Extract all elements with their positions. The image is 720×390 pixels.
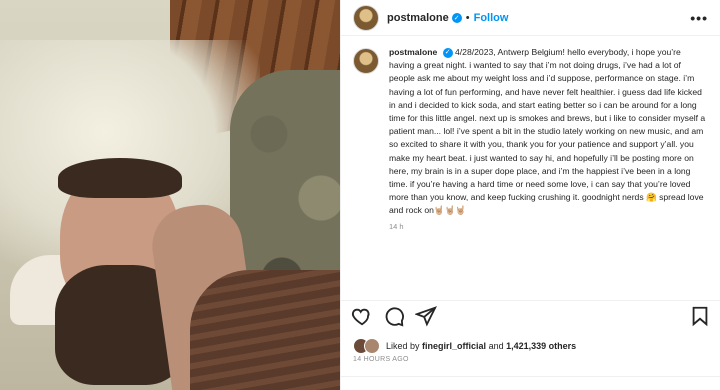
share-icon[interactable] [415,305,437,327]
likes-and: and [488,341,504,351]
verified-icon: ✓ [451,12,462,23]
divider [341,376,720,377]
caption-text: 4/28/2023, Antwerp Belgium! hello everyb… [389,47,706,216]
verified-icon: ✓ [442,47,453,58]
likes-summary: Liked by finegirl_official and 1,421,339… [353,338,576,354]
separator-dot: • [465,11,470,24]
liker-avatar[interactable] [364,338,380,354]
action-bar [341,300,720,330]
likes-prefix: Liked by [386,341,420,351]
likes-text: Liked by finegirl_official and 1,421,339… [386,341,576,351]
liked-by-user[interactable]: finegirl_official [422,341,486,351]
heart-icon[interactable] [351,305,373,327]
header-username[interactable]: postmalone [387,12,449,24]
caption-avatar[interactable] [353,48,379,74]
avatar[interactable] [353,4,379,31]
instagram-post-view: postmalone ✓ • Follow ••• postmalone ✓ 4… [0,0,720,390]
photo-leather-jacket [190,270,340,390]
more-options-icon[interactable]: ••• [690,10,708,26]
follow-button[interactable]: Follow [474,12,509,24]
caption-text-block: postmalone ✓ 4/28/2023, Antwerp Belgium!… [389,46,708,218]
post-photo[interactable] [0,0,340,390]
likes-count[interactable]: 1,421,339 others [506,341,576,351]
post-header: postmalone ✓ • Follow ••• [341,0,720,36]
post-timestamp: 14 HOURS AGO [353,356,409,363]
caption-body: postmalone ✓ 4/28/2023, Antwerp Belgium!… [389,46,708,231]
caption-username[interactable]: postmalone [389,47,437,57]
post-side-panel: postmalone ✓ • Follow ••• postmalone ✓ 4… [340,0,720,390]
caption: postmalone ✓ 4/28/2023, Antwerp Belgium!… [341,36,720,231]
comment-icon[interactable] [383,305,405,327]
photo-hair [58,158,182,198]
caption-age: 14 h [389,221,404,231]
bookmark-icon[interactable] [689,305,711,327]
